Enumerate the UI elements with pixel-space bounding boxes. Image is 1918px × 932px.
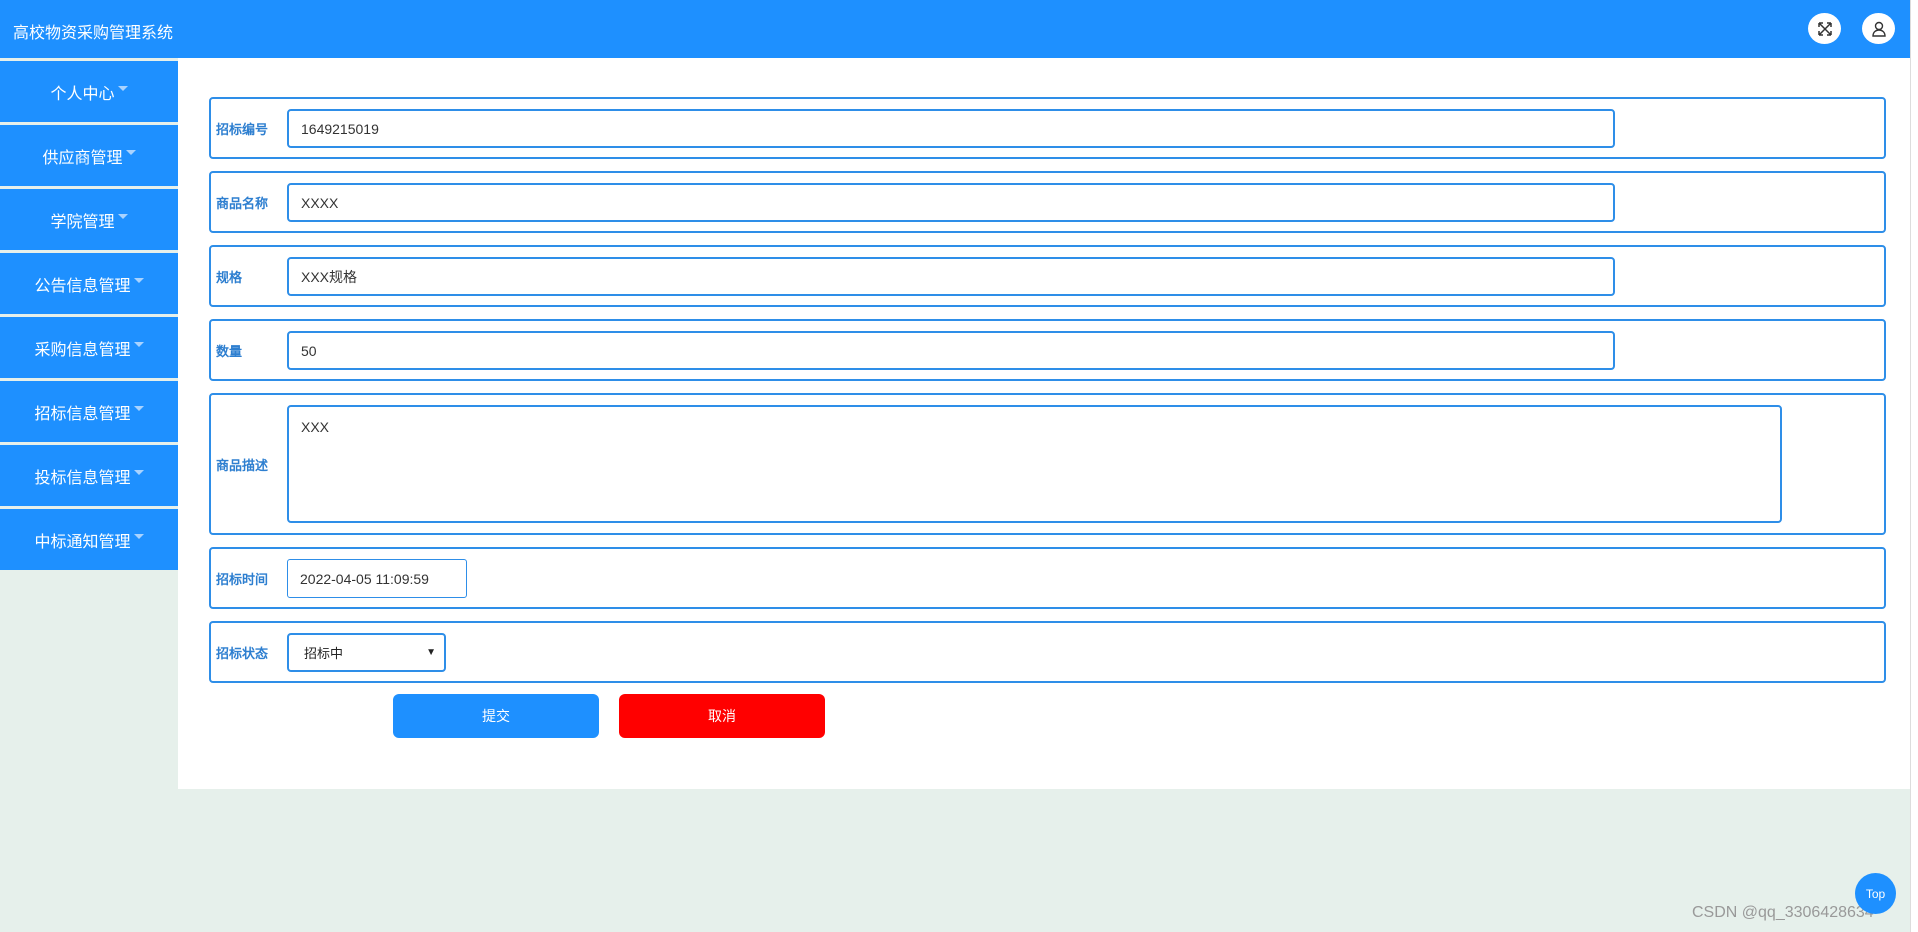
form-row-status: 招标状态 招标中 ▼ [209,621,1886,683]
form-row-product-name: 商品名称 XXXX [209,171,1886,233]
sidebar-item-bid[interactable]: 投标信息管理 [0,445,178,506]
sidebar-item-label: 供应商管理 [42,149,123,167]
form-panel: 招标编号 1649215019 商品名称 XXXX 规格 XXX规格 数量 50… [178,58,1910,789]
sidebar-item-label: 招标信息管理 [34,405,131,423]
bid-no-input[interactable]: 1649215019 [287,109,1615,148]
sidebar-item-label: 学院管理 [50,213,115,231]
description-textarea[interactable]: XXX [287,405,1782,523]
sidebar-item-purchase[interactable]: 采购信息管理 [0,317,178,378]
quantity-input[interactable]: 50 [287,331,1615,370]
spec-input[interactable]: XXX规格 [287,257,1615,296]
sidebar-item-tender[interactable]: 招标信息管理 [0,381,178,442]
bid-time-input[interactable]: 2022-04-05 11:09:59 [287,559,467,598]
right-edge [1910,0,1918,932]
sidebar-item-label: 中标通知管理 [34,533,131,551]
product-name-label: 商品名称 [216,195,269,211]
caret-down-icon [133,534,144,539]
caret-down-icon [133,278,144,283]
form-row-spec: 规格 XXX规格 [209,245,1886,307]
caret-down-icon [133,342,144,347]
sidebar-item-label: 投标信息管理 [34,469,131,487]
watermark: CSDN @qq_3306428634 [1692,904,1874,921]
bid-time-label: 招标时间 [216,571,269,587]
status-select[interactable]: 招标中 ▼ [287,633,446,672]
sidebar-item-supplier[interactable]: 供应商管理 [0,125,178,186]
spec-label: 规格 [216,269,243,285]
caret-down-icon [133,406,144,411]
bid-no-label: 招标编号 [216,121,269,137]
form-row-quantity: 数量 50 [209,319,1886,381]
sidebar-item-award[interactable]: 中标通知管理 [0,509,178,570]
chevron-down-icon: ▼ [426,647,436,658]
caret-down-icon [117,86,128,91]
submit-button[interactable]: 提交 [393,694,599,738]
product-name-input[interactable]: XXXX [287,183,1615,222]
sidebar-item-label: 公告信息管理 [34,277,131,295]
back-to-top-button[interactable]: Top [1855,873,1896,914]
caret-down-icon [133,470,144,475]
quantity-label: 数量 [216,343,243,359]
header: 高校物资采购管理系统 [0,0,1910,58]
status-selected-value: 招标中 [304,646,344,661]
description-label: 商品描述 [216,457,269,473]
sidebar-item-announcement[interactable]: 公告信息管理 [0,253,178,314]
form-row-bid-no: 招标编号 1649215019 [209,97,1886,159]
app-title: 高校物资采购管理系统 [13,25,174,42]
sidebar: 个人中心 供应商管理 学院管理 公告信息管理 采购信息管理 招标信息管理 投标信… [0,61,178,573]
sidebar-item-label: 个人中心 [50,85,115,103]
caret-down-icon [125,150,136,155]
cancel-button[interactable]: 取消 [619,694,825,738]
status-label: 招标状态 [216,645,269,661]
sidebar-item-label: 采购信息管理 [34,341,131,359]
user-icon[interactable] [1862,13,1895,44]
fullscreen-icon[interactable] [1808,13,1841,44]
sidebar-item-college[interactable]: 学院管理 [0,189,178,250]
sidebar-item-personal-center[interactable]: 个人中心 [0,61,178,122]
caret-down-icon [117,214,128,219]
form-row-description: 商品描述 XXX [209,393,1886,535]
form-row-bid-time: 招标时间 2022-04-05 11:09:59 [209,547,1886,609]
